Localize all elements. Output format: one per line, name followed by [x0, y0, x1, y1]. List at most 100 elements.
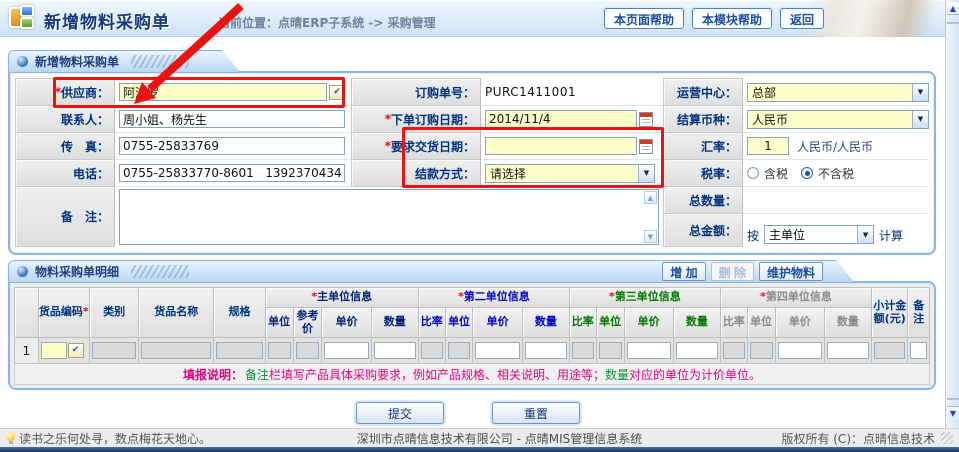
group-unit4-header: *第四单位信息	[720, 288, 871, 308]
phone-label: 电话：	[15, 159, 115, 187]
total-qty-field	[743, 187, 929, 214]
supplier-picker-icon[interactable]: ✔	[329, 85, 345, 100]
contact-label: 联系人：	[15, 105, 115, 133]
col-remark-header: 备注	[908, 288, 930, 338]
fax-field	[115, 133, 351, 160]
order-date-input[interactable]	[485, 110, 637, 128]
op-center-label: 运营中心：	[663, 78, 743, 106]
unit3-price-input[interactable]	[627, 342, 671, 359]
scroll-down-icon[interactable]: ▼	[947, 406, 959, 419]
breadcrumb: 当前位置：点晴ERP子系统 -> 采购管理	[218, 14, 436, 31]
remark-scroll-down-icon[interactable]: ▼	[644, 230, 657, 243]
sub-header: 单价	[624, 308, 673, 338]
currency-label: 结算币种：	[663, 105, 743, 133]
exchange-rate-input[interactable]	[747, 137, 789, 155]
sub-header: 数量	[824, 308, 871, 338]
unit2-ratio-input	[421, 342, 443, 359]
add-row-button[interactable]: 增 加	[662, 262, 705, 281]
sub-header: 比率	[418, 308, 445, 338]
submit-button[interactable]: 提交	[356, 402, 444, 424]
maintain-materials-button[interactable]: 维护物料	[759, 262, 823, 281]
fill-instructions: 填报说明：备注栏填写产品具体采购要求，例如产品规格、相关说明、用途等；数量对应的…	[14, 364, 930, 385]
resize-grip-icon	[941, 432, 953, 444]
main-qty-input[interactable]	[374, 342, 416, 359]
scrollbar-tick	[947, 398, 959, 400]
page-help-button[interactable]: 本页面帮助	[604, 8, 684, 29]
delivery-date-label: *要求交货日期：	[351, 132, 481, 160]
unit2-price-input[interactable]	[475, 342, 519, 359]
footer-bottom-bar	[0, 447, 959, 452]
row-remark-input[interactable]	[910, 342, 927, 359]
remark-scroll-up-icon[interactable]: ▲	[644, 191, 657, 204]
exchange-rate-field: 人民币/人民币	[743, 133, 929, 160]
op-center-select[interactable]: 总部▼	[747, 83, 929, 102]
col-subtotal-header: 小计金额(元)	[872, 288, 908, 338]
lightbulb-icon	[6, 432, 15, 444]
item-type-input	[92, 342, 136, 359]
dropdown-arrow-icon[interactable]: ▼	[912, 84, 928, 101]
vertical-scrollbar[interactable]: ▲ ▼	[945, 0, 959, 428]
tax-included-radio[interactable]	[747, 167, 759, 179]
footer-copyright: 版权所有 (C)：点晴信息技术	[781, 430, 935, 447]
currency-select[interactable]: 人民币▼	[747, 110, 929, 129]
sub-header: 数量	[673, 308, 720, 338]
contact-input[interactable]	[119, 110, 345, 128]
item-spec-input	[216, 342, 262, 359]
item-code-picker-icon[interactable]: ✔	[68, 343, 84, 358]
unit2-unit-input	[448, 342, 471, 359]
unit4-price-input[interactable]	[778, 342, 822, 359]
supplier-input[interactable]	[119, 83, 327, 101]
erp-purchase-order-page: 新增物料采购单 当前位置：点晴ERP子系统 -> 采购管理 本页面帮助 本模块帮…	[0, 0, 959, 452]
tax-excluded-radio[interactable]	[801, 167, 813, 179]
dropdown-arrow-icon[interactable]: ▼	[857, 226, 873, 243]
dropdown-arrow-icon[interactable]: ▼	[638, 165, 654, 182]
scroll-up-icon[interactable]: ▲	[947, 2, 959, 15]
calc-unit-select[interactable]: 主单位▼	[764, 225, 874, 244]
tab-stripes-decoration	[131, 265, 189, 278]
payment-select[interactable]: 请选择▼	[485, 164, 655, 183]
reset-button[interactable]: 重置	[492, 402, 580, 424]
remark-textarea[interactable]: ▲ ▼	[119, 189, 659, 245]
subtotal-input	[874, 342, 905, 359]
delete-row-button[interactable]: 删 除	[711, 262, 754, 281]
sub-header: 单位	[265, 308, 293, 338]
item-name-input	[141, 342, 211, 359]
fax-input[interactable]	[119, 137, 345, 155]
sub-header: 数量	[522, 308, 569, 338]
order-detail-section: 物料采购单明细 增 加 删 除 维护物料 货品编	[8, 260, 936, 390]
dropdown-arrow-icon[interactable]: ▼	[912, 111, 928, 128]
order-no-value: PURC1411001	[485, 85, 576, 99]
phone-input[interactable]	[119, 164, 345, 182]
section-tab-order-header: 新增物料采购单	[8, 50, 240, 72]
section-title: 新增物料采购单	[35, 53, 119, 70]
sub-header: 数量	[371, 308, 418, 338]
sub-header: 单价	[775, 308, 824, 338]
unit3-qty-input[interactable]	[676, 342, 718, 359]
unit2-qty-input[interactable]	[525, 342, 567, 359]
footer-quote: 读书之乐何处寻，数点梅花天地心。	[19, 430, 211, 447]
tax-field: 含税 不含税	[743, 160, 929, 187]
tax-label: 税率：	[663, 159, 743, 187]
main-price-input[interactable]	[324, 342, 368, 359]
calendar-icon[interactable]	[639, 139, 653, 154]
back-button[interactable]: 返回	[780, 8, 824, 29]
exchange-rate-suffix: 人民币/人民币	[797, 138, 873, 155]
calc-suffix: 计算	[879, 227, 903, 244]
section-tab-order-detail: 物料采购单明细 增 加 删 除 维护物料	[8, 260, 854, 282]
unit4-qty-input[interactable]	[827, 342, 869, 359]
payment-field: 请选择▼	[481, 160, 663, 187]
page-title: 新增物料采购单	[44, 8, 170, 33]
module-help-button[interactable]: 本模块帮助	[692, 8, 772, 29]
sub-header: 参考价	[293, 308, 322, 338]
calendar-icon[interactable]	[639, 112, 653, 127]
table-row: 1 ✔	[15, 338, 930, 364]
main-ref-price-input	[296, 342, 320, 359]
fax-label: 传 真：	[15, 132, 115, 160]
sub-header: 单价	[473, 308, 522, 338]
delivery-date-input[interactable]	[485, 137, 637, 155]
group-unit2-header: *第二单位信息	[418, 288, 569, 308]
item-code-input[interactable]	[41, 342, 67, 359]
currency-field: 人民币▼	[743, 106, 929, 133]
detail-table: 货品编码* 类别 货品名称 规格 *主单位信息 *第二单位信息 *第三单位信息 …	[14, 287, 930, 364]
top-header-bar: 新增物料采购单 当前位置：点晴ERP子系统 -> 采购管理 本页面帮助 本模块帮…	[0, 0, 959, 37]
